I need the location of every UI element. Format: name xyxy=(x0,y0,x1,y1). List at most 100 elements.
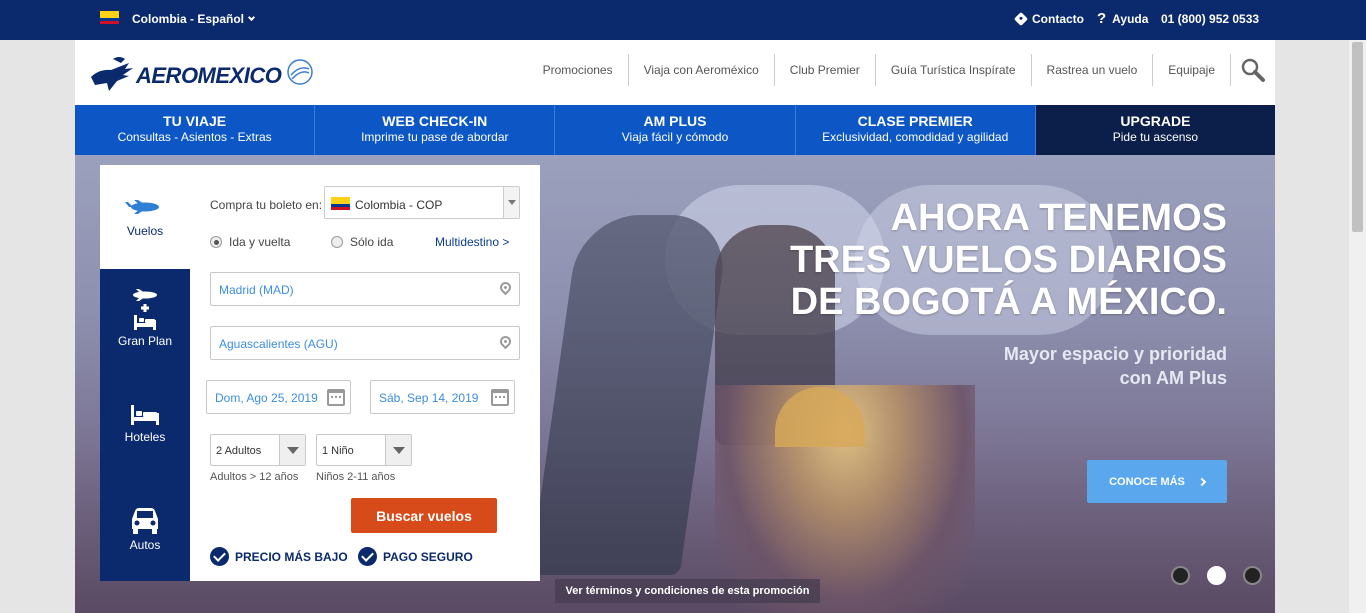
nav-equipaje[interactable]: Equipaje xyxy=(1153,54,1231,86)
top-utility-bar: Colombia - Español Contacto ? Ayuda 01 (… xyxy=(0,0,1366,40)
logo-wordmark: AEROMEXICO xyxy=(136,63,282,88)
adults-hint: Adultos > 12 años xyxy=(210,471,299,483)
nav-club-premier[interactable]: Club Premier xyxy=(775,54,876,86)
tab-subtitle: Consultas - Asientos - Extras xyxy=(117,130,272,144)
origin-field[interactable]: Madrid (MAD) xyxy=(210,272,520,306)
calendar-icon xyxy=(491,389,509,406)
aeromexico-logo[interactable]: AEROMEXICO xyxy=(89,53,319,93)
origin-value: Madrid (MAD) xyxy=(219,283,294,297)
tab-subtitle: Viaja fácil y cómodo xyxy=(621,130,729,144)
tab-subtitle: Imprime tu pase de abordar xyxy=(361,130,509,144)
carousel-dot-1[interactable] xyxy=(1171,566,1190,585)
side-tab-label: Hoteles xyxy=(124,430,166,444)
dropdown-arrow-icon xyxy=(503,187,519,218)
tab-title: CLASE PREMIER xyxy=(857,113,973,129)
main-header: AEROMEXICO Promociones Viaja con Aeroméx… xyxy=(75,40,1275,105)
radio-label: Ida y vuelta xyxy=(229,235,291,249)
page-scrollbar[interactable] xyxy=(1349,40,1366,613)
multidestination-link[interactable]: Multidestino > xyxy=(435,235,509,249)
radio-selected-icon xyxy=(210,236,222,248)
phone-label: 01 (800) 952 0533 xyxy=(1161,12,1260,26)
contact-link[interactable]: Contacto xyxy=(1013,11,1084,27)
phone-number[interactable]: 01 (800) 952 0533 xyxy=(1161,12,1259,26)
contact-icon xyxy=(1013,11,1029,27)
search-button[interactable] xyxy=(1231,54,1275,86)
bed-icon xyxy=(131,405,159,425)
side-tab-label: Gran Plan xyxy=(117,334,173,348)
location-pin-icon xyxy=(497,333,514,350)
airplane-seat-image xyxy=(529,215,731,575)
departure-date-field[interactable]: Dom, Ago 25, 2019 xyxy=(206,380,351,414)
side-tab-autos[interactable]: Autos xyxy=(100,477,190,581)
carousel-dot-2[interactable] xyxy=(1207,566,1226,585)
nav-viaja-con-aeromexico[interactable]: Viaja con Aeroméxico xyxy=(629,54,775,86)
side-tab-label: Vuelos xyxy=(126,224,164,238)
hero-headline: AHORA TENEMOS TRES VUELOS DIARIOS DE BOG… xyxy=(790,197,1227,323)
carousel-dots xyxy=(1171,566,1262,585)
flight-hotel-icon xyxy=(133,289,157,330)
side-tab-hoteles[interactable]: Hoteles xyxy=(100,373,190,477)
dropdown-arrow-icon xyxy=(279,435,305,465)
search-icon xyxy=(1241,58,1265,82)
tab-title: AM PLUS xyxy=(643,113,707,129)
calendar-icon xyxy=(327,389,345,406)
learn-more-label: CONOCE MÁS xyxy=(1109,475,1185,488)
nav-rastrea-vuelo[interactable]: Rastrea un vuelo xyxy=(1032,54,1154,86)
destination-field[interactable]: Aguascalientes (AGU) xyxy=(210,326,520,360)
destination-value: Aguascalientes (AGU) xyxy=(219,337,338,351)
secure-payment-badge: PAGO SEGURO xyxy=(358,547,473,566)
learn-more-button[interactable]: CONOCE MÁS xyxy=(1087,460,1227,503)
search-flights-button[interactable]: Buscar vuelos xyxy=(351,498,497,533)
children-value: 1 Niño xyxy=(322,445,354,457)
tab-title: TU VIAJE xyxy=(163,113,227,129)
radio-round-trip[interactable]: Ida y vuelta xyxy=(210,235,290,249)
side-tab-label: Autos xyxy=(129,538,161,552)
colombia-flag-icon xyxy=(100,11,119,24)
headline-line: TRES VUELOS DIARIOS xyxy=(789,239,1227,281)
badge-label: PAGO SEGURO xyxy=(383,549,473,564)
help-link[interactable]: ? Ayuda xyxy=(1097,10,1149,27)
tab-clase-premier[interactable]: CLASE PREMIER Exclusividad, comodidad y a… xyxy=(795,105,1036,155)
radio-unselected-icon xyxy=(331,236,343,248)
return-date-value: Sáb, Sep 14, 2019 xyxy=(379,391,479,405)
tab-subtitle: Pide tu ascenso xyxy=(1112,130,1199,144)
side-tab-vuelos[interactable]: Vuelos xyxy=(100,165,190,269)
country-language-selector[interactable]: Colombia - Español xyxy=(132,12,256,26)
radio-one-way[interactable]: Sólo ida xyxy=(331,235,393,249)
checkmark-icon xyxy=(358,547,377,566)
help-label: Ayuda xyxy=(1112,12,1149,26)
country-language-label: Colombia - Español xyxy=(132,12,245,26)
tab-upgrade[interactable]: UPGRADE Pide tu ascenso xyxy=(1035,105,1276,155)
hero-subheadline: Mayor espacio y prioridad con AM Plus xyxy=(1004,342,1227,390)
question-icon: ? xyxy=(1097,10,1107,27)
return-date-field[interactable]: Sáb, Sep 14, 2019 xyxy=(370,380,515,414)
children-select[interactable]: 1 Niño xyxy=(316,434,412,466)
children-hint: Niños 2-11 años xyxy=(316,471,396,483)
car-icon xyxy=(132,508,158,534)
nav-guia-turistica[interactable]: Guía Turística Inspírate xyxy=(876,54,1032,86)
skyteam-icon xyxy=(287,59,313,85)
scrollbar-thumb[interactable] xyxy=(1352,42,1363,232)
colombia-flag-icon xyxy=(331,197,350,210)
tab-am-plus[interactable]: AM PLUS Viaja fácil y cómodo xyxy=(555,105,796,155)
radio-label: Sólo ida xyxy=(350,235,394,249)
terms-link[interactable]: Ver términos y condiciones de esta promo… xyxy=(555,579,820,603)
tab-tu-viaje[interactable]: TU VIAJE Consultas - Asientos - Extras xyxy=(75,105,316,155)
adults-select[interactable]: 2 Adultos xyxy=(210,434,306,466)
carousel-dot-3[interactable] xyxy=(1243,566,1262,585)
badge-label: PRECIO MÁS BAJO xyxy=(235,549,348,564)
dropdown-arrow-icon xyxy=(385,435,411,465)
departure-date-value: Dom, Ago 25, 2019 xyxy=(215,391,318,405)
tab-title: WEB CHECK-IN xyxy=(382,113,488,129)
side-tab-gran-plan[interactable]: Gran Plan xyxy=(100,269,190,373)
country-currency-value: Colombia - COP xyxy=(355,198,443,212)
tab-subtitle: Exclusividad, comodidad y agilidad xyxy=(822,130,1009,144)
country-currency-select[interactable]: Colombia - COP xyxy=(324,186,520,219)
tab-title: UPGRADE xyxy=(1120,113,1191,129)
chevron-right-icon xyxy=(1197,477,1207,486)
buy-label: Compra tu boleto en: xyxy=(210,198,323,212)
checkmark-icon xyxy=(210,547,229,566)
eagle-knight-logo-icon xyxy=(91,57,133,91)
tab-web-checkin[interactable]: WEB CHECK-IN Imprime tu pase de abordar xyxy=(315,105,556,155)
nav-promociones[interactable]: Promociones xyxy=(528,54,629,86)
